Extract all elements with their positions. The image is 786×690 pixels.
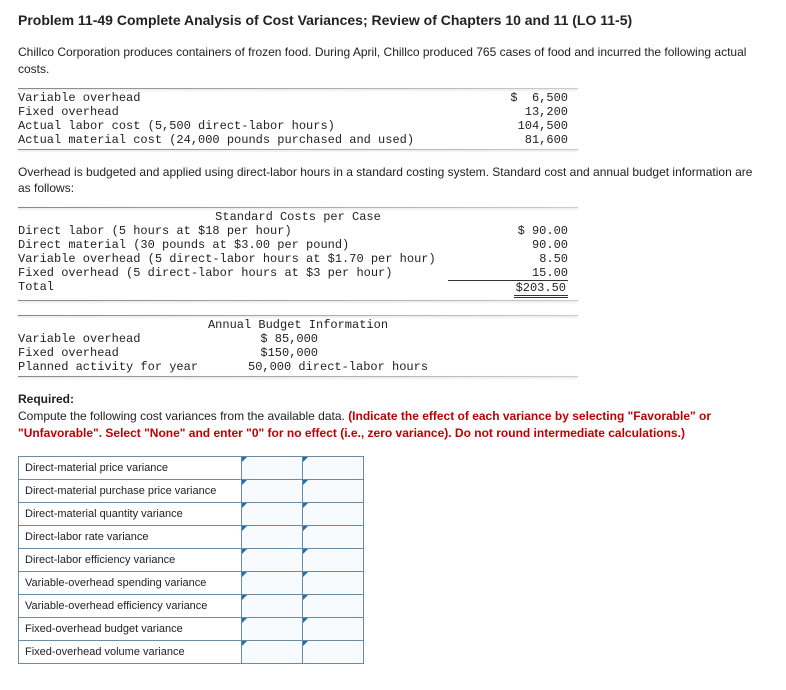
- budget-label: Planned activity for year: [18, 360, 218, 374]
- intro-text: Chillco Corporation produces containers …: [18, 44, 768, 78]
- variance-effect-input[interactable]: [303, 617, 364, 640]
- table-row: Direct-labor efficiency variance: [19, 548, 364, 571]
- actual-cost-row: Actual material cost (24,000 pounds purc…: [18, 133, 578, 147]
- std-cost-value: 15.00: [448, 266, 568, 280]
- std-total-label: Total: [18, 280, 448, 298]
- variance-label: Direct-material purchase price variance: [19, 479, 242, 502]
- std-cost-row: Direct labor (5 hours at $18 per hour)$ …: [18, 224, 578, 238]
- actual-cost-label: Variable overhead: [18, 91, 448, 105]
- table-row: Fixed-overhead budget variance: [19, 617, 364, 640]
- table-row: Direct-material quantity variance: [19, 502, 364, 525]
- divider: [18, 300, 578, 301]
- std-cost-row: Variable overhead (5 direct-labor hours …: [18, 252, 578, 266]
- variance-effect-input[interactable]: [303, 594, 364, 617]
- variance-label: Fixed-overhead budget variance: [19, 617, 242, 640]
- std-cost-value: 8.50: [448, 252, 568, 266]
- actual-cost-row: Variable overhead$ 6,500: [18, 91, 578, 105]
- variance-effect-input[interactable]: [303, 502, 364, 525]
- variance-effect-input[interactable]: [303, 479, 364, 502]
- budget-label: Variable overhead: [18, 332, 218, 346]
- budget-value: $150,000: [218, 346, 318, 360]
- answer-table: Direct-material price varianceDirect-mat…: [18, 456, 364, 664]
- variance-label: Direct-material quantity variance: [19, 502, 242, 525]
- variance-effect-input[interactable]: [303, 571, 364, 594]
- variance-effect-input[interactable]: [303, 456, 364, 479]
- std-cost-label: Variable overhead (5 direct-labor hours …: [18, 252, 448, 266]
- std-cost-label: Direct material (30 pounds at $3.00 per …: [18, 238, 448, 252]
- variance-amount-input[interactable]: [242, 571, 303, 594]
- variance-amount-input[interactable]: [242, 456, 303, 479]
- table-row: Direct-material purchase price variance: [19, 479, 364, 502]
- budget-value: 50,000 direct-labor hours: [218, 360, 428, 374]
- variance-label: Fixed-overhead volume variance: [19, 640, 242, 663]
- required-label: Required:: [18, 392, 74, 406]
- std-cost-row: Fixed overhead (5 direct-labor hours at …: [18, 266, 578, 280]
- actual-cost-value: 81,600: [448, 133, 568, 147]
- budget-label: Fixed overhead: [18, 346, 218, 360]
- table-row: Fixed-overhead volume variance: [19, 640, 364, 663]
- variance-amount-input[interactable]: [242, 640, 303, 663]
- variance-label: Variable-overhead spending variance: [19, 571, 242, 594]
- budget-value: $ 85,000: [218, 332, 318, 346]
- variance-label: Direct-labor rate variance: [19, 525, 242, 548]
- actual-cost-value: $ 6,500: [448, 91, 568, 105]
- std-cost-value: $ 90.00: [448, 224, 568, 238]
- budget-row: Planned activity for year50,000 direct-l…: [18, 360, 578, 374]
- budget-block: Annual Budget Information Variable overh…: [18, 315, 768, 377]
- std-cost-value: 90.00: [448, 238, 568, 252]
- actual-cost-label: Actual labor cost (5,500 direct-labor ho…: [18, 119, 448, 133]
- budget-header: Annual Budget Information: [18, 318, 578, 332]
- divider: [18, 149, 578, 150]
- divider: [18, 376, 578, 377]
- actual-cost-row: Fixed overhead13,200: [18, 105, 578, 119]
- std-total-value: $203.50: [448, 280, 568, 298]
- variance-amount-input[interactable]: [242, 617, 303, 640]
- table-row: Variable-overhead spending variance: [19, 571, 364, 594]
- divider: [18, 207, 578, 208]
- divider: [18, 88, 578, 89]
- variance-amount-input[interactable]: [242, 525, 303, 548]
- budget-row: Fixed overhead$150,000: [18, 346, 578, 360]
- actual-cost-row: Actual labor cost (5,500 direct-labor ho…: [18, 119, 578, 133]
- variance-effect-input[interactable]: [303, 548, 364, 571]
- std-cost-label: Fixed overhead (5 direct-labor hours at …: [18, 266, 448, 280]
- variance-amount-input[interactable]: [242, 594, 303, 617]
- variance-amount-input[interactable]: [242, 479, 303, 502]
- actual-cost-label: Fixed overhead: [18, 105, 448, 119]
- budget-row: Variable overhead$ 85,000: [18, 332, 578, 346]
- overhead-text: Overhead is budgeted and applied using d…: [18, 164, 768, 198]
- variance-label: Direct-material price variance: [19, 456, 242, 479]
- divider: [18, 315, 578, 316]
- table-row: Direct-material price variance: [19, 456, 364, 479]
- table-row: Variable-overhead efficiency variance: [19, 594, 364, 617]
- actual-cost-label: Actual material cost (24,000 pounds purc…: [18, 133, 448, 147]
- actual-cost-value: 104,500: [448, 119, 568, 133]
- required-section: Required: Compute the following cost var…: [18, 391, 768, 441]
- problem-title: Problem 11-49 Complete Analysis of Cost …: [18, 12, 768, 28]
- table-row: Direct-labor rate variance: [19, 525, 364, 548]
- std-cost-label: Direct labor (5 hours at $18 per hour): [18, 224, 448, 238]
- variance-effect-input[interactable]: [303, 525, 364, 548]
- required-text: Compute the following cost variances fro…: [18, 409, 348, 423]
- variance-label: Direct-labor efficiency variance: [19, 548, 242, 571]
- actual-cost-value: 13,200: [448, 105, 568, 119]
- variance-effect-input[interactable]: [303, 640, 364, 663]
- std-costs-header: Standard Costs per Case: [18, 210, 578, 224]
- variance-label: Variable-overhead efficiency variance: [19, 594, 242, 617]
- actual-costs-block: Variable overhead$ 6,500Fixed overhead13…: [18, 88, 768, 150]
- variance-amount-input[interactable]: [242, 548, 303, 571]
- std-cost-row: Direct material (30 pounds at $3.00 per …: [18, 238, 578, 252]
- variance-amount-input[interactable]: [242, 502, 303, 525]
- standard-costs-block: Standard Costs per Case Direct labor (5 …: [18, 207, 768, 301]
